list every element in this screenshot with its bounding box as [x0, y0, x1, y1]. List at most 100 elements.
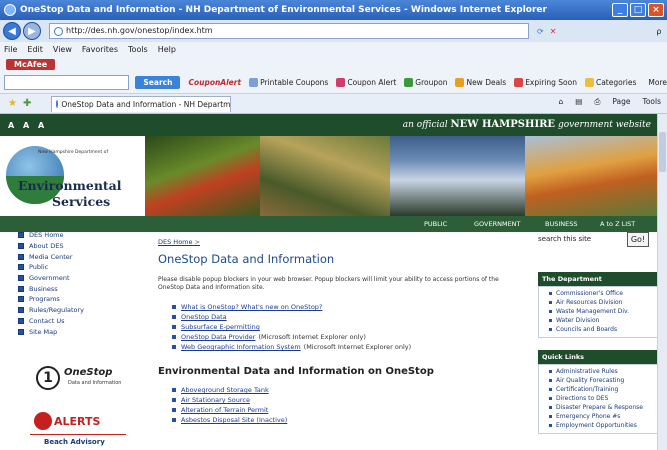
- page-title: OneStop Data and Information: [158, 252, 335, 266]
- breadcrumb-home[interactable]: DES Home: [158, 238, 193, 246]
- onestop-logo-sub: Data and Information: [68, 380, 122, 386]
- left-nav-item[interactable]: Business: [18, 283, 138, 294]
- vertical-scrollbar[interactable]: [657, 114, 667, 450]
- left-nav-item[interactable]: About DES: [18, 241, 138, 252]
- onestop-logo[interactable]: 1 OneStop Data and Information: [36, 364, 136, 398]
- list-item: Alteration of Terrain Permit: [172, 405, 528, 415]
- feeds-icon[interactable]: ▤: [575, 97, 582, 107]
- link[interactable]: Air Stationary Source: [181, 396, 250, 404]
- list-item[interactable]: Air Resources Division: [543, 298, 657, 307]
- coupon-alert[interactable]: Coupon Alert: [336, 78, 396, 87]
- scissors-icon: [249, 78, 259, 87]
- link[interactable]: OneStop Data Provider: [181, 333, 255, 341]
- left-nav-item[interactable]: Media Center: [18, 251, 138, 262]
- print-icon[interactable]: ⎙: [594, 97, 600, 107]
- list-item[interactable]: Commissioner's Office: [543, 289, 657, 298]
- add-favorite-icon[interactable]: ✚: [23, 98, 31, 109]
- scrollbar-thumb[interactable]: [659, 132, 666, 172]
- search-icon[interactable]: ρ: [656, 27, 661, 36]
- toolbar-search-button[interactable]: Search: [135, 76, 181, 89]
- left-nav-item[interactable]: Government: [18, 273, 138, 284]
- list-item[interactable]: Waste Management Div.: [543, 307, 657, 316]
- nav-business[interactable]: BUSINESS: [545, 220, 577, 228]
- coupon-brand[interactable]: CouponAlert: [188, 78, 241, 87]
- ie-icon: [4, 4, 16, 16]
- tools-menu[interactable]: Tools: [643, 97, 661, 107]
- bullet-icon: [18, 296, 24, 303]
- back-button[interactable]: ◀: [3, 22, 21, 40]
- list-item[interactable]: Administrative Rules: [543, 367, 657, 376]
- beach-advisory-link[interactable]: Beach Advisory: [44, 438, 105, 446]
- new-deals[interactable]: New Deals: [455, 78, 506, 87]
- list-item[interactable]: Certification/Training: [543, 385, 657, 394]
- minimize-button[interactable]: _: [612, 3, 628, 17]
- favorites-star-icon[interactable]: ★: [8, 98, 17, 109]
- nav-government[interactable]: GOVERNMENT: [474, 220, 521, 228]
- link[interactable]: What is OneStop? What's new on OneStop?: [181, 303, 322, 311]
- more[interactable]: More: [648, 78, 667, 87]
- refresh-icon[interactable]: ⟳: [537, 27, 544, 36]
- bullet-icon: [18, 243, 24, 250]
- nav-a-to-z[interactable]: A to Z LIST: [600, 220, 635, 228]
- link[interactable]: OneStop Data: [181, 313, 227, 321]
- site-search-label[interactable]: search this site: [538, 235, 591, 243]
- stop-icon[interactable]: ✕: [550, 27, 557, 36]
- trail-photo: [260, 136, 390, 216]
- categories[interactable]: Categories: [584, 78, 636, 87]
- mountain-photo: [390, 136, 525, 216]
- menu-tools[interactable]: Tools: [128, 45, 148, 54]
- tab-onestop[interactable]: OneStop Data and Information - NH Depart…: [51, 95, 232, 112]
- nav-public[interactable]: PUBLIC: [424, 220, 447, 228]
- list-item[interactable]: Directions to DES: [543, 394, 657, 403]
- foliage-photo: [525, 136, 657, 216]
- bullet-icon: [18, 232, 24, 239]
- list-item[interactable]: Air Quality Forecasting: [543, 376, 657, 385]
- menu-view[interactable]: View: [53, 45, 72, 54]
- font-size-controls[interactable]: A A A: [8, 121, 47, 130]
- left-nav-item[interactable]: Site Map: [18, 326, 138, 337]
- onestop-logo-title: OneStop: [64, 367, 113, 378]
- list-item: OneStop Data: [172, 312, 528, 322]
- menu-help[interactable]: Help: [158, 45, 176, 54]
- page-menu[interactable]: Page: [612, 97, 630, 107]
- alerts-banner[interactable]: ALERTS: [34, 410, 134, 432]
- link[interactable]: Web Geographic Information System: [181, 343, 301, 351]
- bullet-icon: [18, 264, 24, 271]
- list-item[interactable]: Councils and Boards: [543, 325, 657, 334]
- link[interactable]: Subsurface E-permitting: [181, 323, 260, 331]
- bullet-icon: [172, 325, 176, 329]
- link[interactable]: Aboveground Storage Tank: [181, 386, 269, 394]
- left-nav-item[interactable]: Public: [18, 262, 138, 273]
- list-item[interactable]: Employment Opportunities: [543, 421, 657, 430]
- close-button[interactable]: ×: [648, 3, 664, 17]
- bullet-icon: [18, 328, 24, 335]
- menu-edit[interactable]: Edit: [27, 45, 43, 54]
- menu-favorites[interactable]: Favorites: [82, 45, 118, 54]
- menu-file[interactable]: File: [4, 45, 17, 54]
- link[interactable]: Asbestos Disposal Site (Inactive): [181, 416, 287, 424]
- home-icon[interactable]: ⌂: [558, 97, 563, 107]
- expiring-soon[interactable]: Expiring Soon: [514, 78, 577, 87]
- list-item[interactable]: Emergency Phone #s: [543, 412, 657, 421]
- bullet-icon: [172, 345, 176, 349]
- link[interactable]: Alteration of Terrain Permit: [181, 406, 268, 414]
- left-nav-item[interactable]: Rules/Regulatory: [18, 305, 138, 316]
- url-field[interactable]: http://des.nh.gov/onestop/index.htm: [49, 23, 529, 39]
- maximize-button[interactable]: □: [630, 3, 646, 17]
- web-page: A A A an official NEW HAMPSHIRE governme…: [0, 114, 657, 450]
- left-nav-item[interactable]: Programs: [18, 294, 138, 305]
- forward-button[interactable]: ▶: [23, 22, 41, 40]
- toolbar-search-input[interactable]: [4, 75, 130, 90]
- left-nav-item[interactable]: DES Home: [18, 230, 138, 241]
- logo-line-2: Services: [52, 194, 111, 209]
- go-button[interactable]: Go!: [627, 232, 649, 247]
- tab-title: OneStop Data and Information - NH Depart…: [61, 99, 231, 109]
- mcafee-button[interactable]: McAfee: [6, 58, 56, 70]
- groupon-icon: [404, 78, 414, 87]
- left-nav-item[interactable]: Contact Us: [18, 316, 138, 327]
- list-item[interactable]: Disaster Prepare & Response: [543, 403, 657, 412]
- des-logo[interactable]: New Hampshire Department of Environmenta…: [0, 136, 145, 216]
- groupon[interactable]: Groupon: [404, 78, 447, 87]
- list-item[interactable]: Water Division: [543, 316, 657, 325]
- printable-coupons[interactable]: Printable Coupons: [249, 78, 328, 87]
